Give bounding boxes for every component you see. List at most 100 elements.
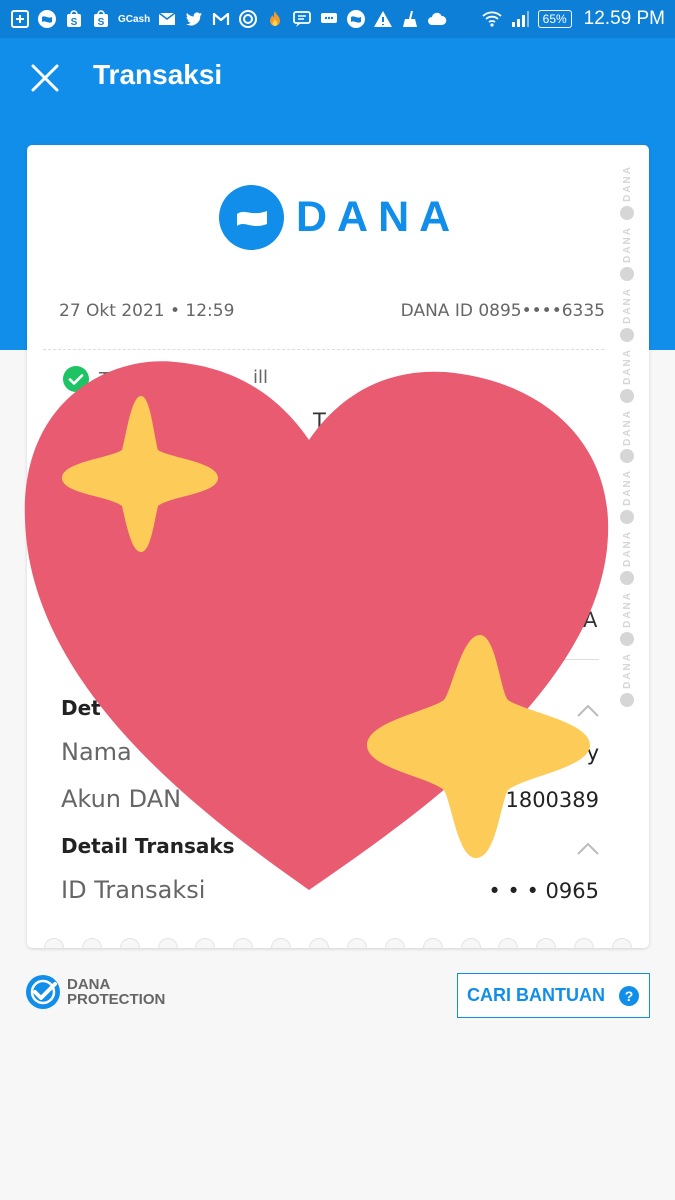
scallop-notch (157, 938, 178, 948)
fire-icon (265, 9, 285, 29)
status-bar: S S GCash 65% 12.59 PM (0, 0, 675, 38)
dana-logo: DANA (219, 185, 460, 250)
gcash-icon: GCash (118, 13, 151, 25)
scallop-notch (384, 938, 405, 948)
scallop-notch (119, 938, 140, 948)
watermark-text: DANA (621, 347, 633, 385)
row-label-transaction-id: ID Transaksi (61, 876, 206, 904)
add-box-icon (10, 9, 30, 29)
watermark-dot (620, 327, 634, 342)
watermark-text: DANA (621, 469, 633, 507)
watermark-text: DANA (621, 530, 633, 568)
watermark-unit: DANA (620, 469, 634, 525)
watermark-unit: DANA (620, 165, 634, 220)
watermark-unit: DANA (620, 591, 634, 647)
cloud-icon (427, 9, 447, 29)
scallop-notch (195, 938, 216, 948)
svg-text:S: S (71, 17, 78, 28)
status-time: 12.59 PM (583, 8, 665, 29)
scallop-notch (422, 938, 443, 948)
row-value-transaction-id: • • • 0965 (488, 879, 599, 903)
watermark-text: DANA (621, 408, 633, 446)
shopee-icon: S (91, 9, 111, 29)
question-icon: ? (619, 985, 639, 1006)
divider (43, 349, 604, 350)
watermark-dot (620, 266, 634, 281)
help-button-label: CARI BANTUAN (467, 985, 605, 1005)
receipt-scallop-edge (27, 938, 649, 948)
partial-value: A (583, 608, 598, 632)
dana-icon (346, 9, 366, 29)
watermark-dot (620, 571, 634, 586)
gmail-icon (211, 9, 231, 29)
protection-line-1: DANA (67, 976, 111, 993)
scallop-notch (536, 938, 557, 948)
svg-text:S: S (98, 17, 105, 28)
twitter-icon (184, 9, 204, 29)
watermark-dot (620, 449, 634, 464)
scallop-notch (81, 938, 102, 948)
watermark-dot (620, 205, 634, 220)
row-value-name: y (586, 741, 599, 765)
scallop-notch (309, 938, 330, 948)
app-icon (238, 9, 258, 29)
watermark-unit: DANA (620, 409, 634, 464)
broom-icon (400, 9, 420, 29)
watermark-dot (620, 632, 634, 647)
watermark-text: DANA (621, 591, 633, 629)
battery-indicator: 65% (537, 10, 572, 28)
transaction-status: Tr (63, 366, 115, 392)
watermark-unit: DANA (620, 348, 634, 403)
watermark-dot (620, 510, 634, 525)
watermark-text: DANA (621, 286, 633, 324)
scallop-notch (43, 938, 64, 948)
watermark-unit: DANA (620, 287, 634, 342)
watermark-text: DANA (621, 165, 633, 202)
chevron-up-icon[interactable] (576, 704, 600, 718)
row-label-name: Nama (61, 738, 132, 766)
section-title-transaction-detail: Detail Transaks (61, 834, 235, 858)
watermark-dot (620, 693, 634, 708)
close-button[interactable] (27, 60, 63, 96)
divider (447, 659, 599, 660)
watermark-unit: DANA (620, 652, 634, 708)
scallop-notch (612, 938, 633, 948)
message-icon (292, 9, 312, 29)
section-title-detail: Det (61, 696, 101, 720)
chat-icon (319, 9, 339, 29)
protection-line-2: PROTECTION (67, 991, 166, 1008)
dana-watermark: DANA DANA DANA DANA DANA DANA DANA DANA DANA (617, 165, 637, 935)
warning-icon (373, 9, 393, 29)
status-text-tail: ill (253, 367, 269, 388)
watermark-dot (620, 388, 634, 403)
signal-icon (510, 9, 530, 29)
partial-label-right: T (313, 409, 326, 433)
status-text: Tr (99, 368, 115, 390)
shield-check-icon (26, 975, 60, 1009)
receipt-card: DANA 27 Okt 2021 • 12:59 DANA ID 0895•••… (27, 145, 649, 948)
wifi-icon (482, 9, 502, 29)
scallop-notch (460, 938, 481, 948)
dana-icon (37, 9, 57, 29)
check-circle-icon (63, 366, 89, 392)
watermark-unit: DANA (620, 226, 634, 281)
dana-id: DANA ID 0895••••6335 (400, 301, 605, 321)
page-title: Transaksi (93, 59, 223, 90)
transaction-datetime: 27 Okt 2021 • 12:59 (59, 301, 235, 321)
close-icon (31, 64, 59, 92)
dana-protection-badge[interactable]: DANA PROTECTION (25, 974, 165, 1010)
mail-icon (157, 9, 177, 29)
partial-label-left: I (61, 409, 68, 433)
watermark-text: DANA (621, 652, 633, 690)
dana-logo-text: DANA (296, 193, 461, 241)
dana-logo-icon (219, 185, 284, 250)
chevron-up-icon[interactable] (576, 842, 600, 856)
scallop-notch (574, 938, 595, 948)
watermark-unit: DANA (620, 530, 634, 586)
notification-icons: S S GCash (10, 9, 482, 29)
scallop-notch (271, 938, 292, 948)
watermark-text: DANA (621, 225, 633, 263)
help-button[interactable]: CARI BANTUAN ? (457, 973, 650, 1018)
row-value-account: 1800389 (505, 788, 599, 812)
row-label-account: Akun DAN (61, 785, 182, 813)
